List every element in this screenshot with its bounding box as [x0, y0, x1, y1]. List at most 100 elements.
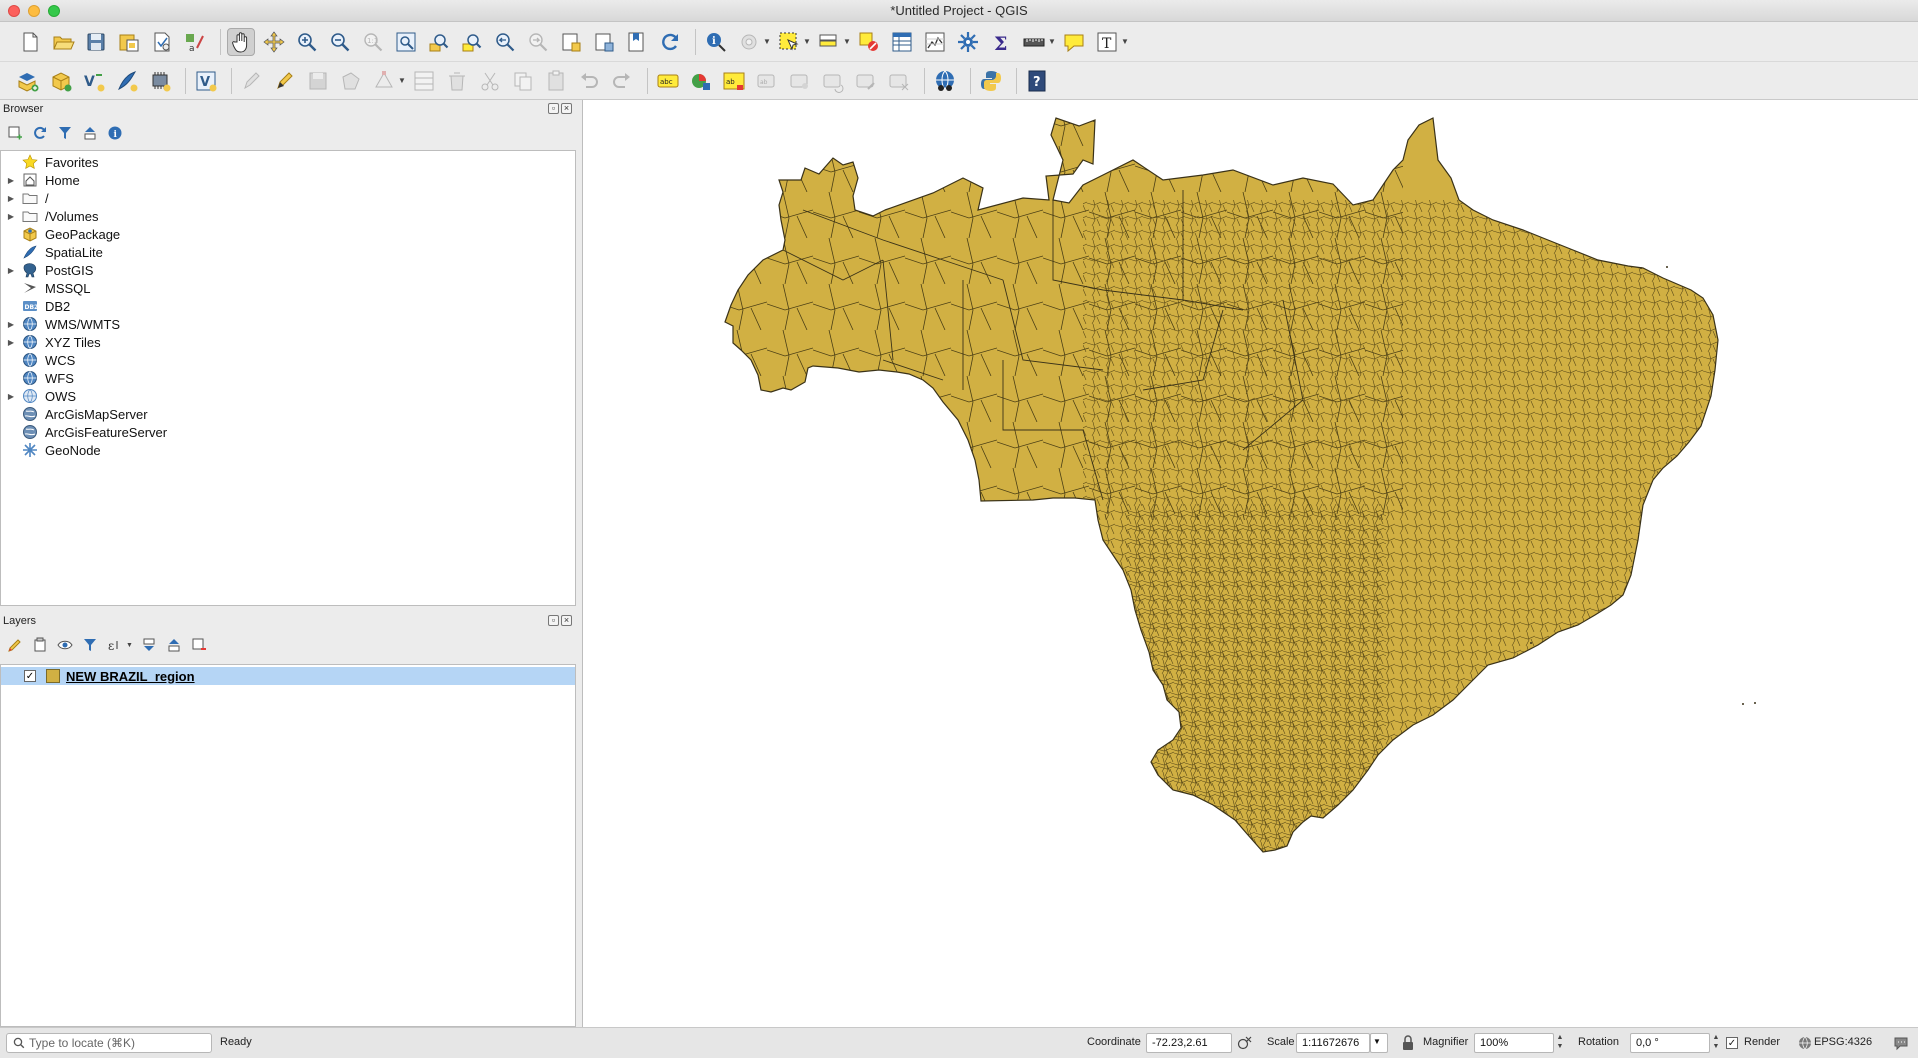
browser-item-spatialite[interactable]: SpatiaLite	[1, 243, 575, 261]
expand-arrow-icon[interactable]: ▶	[1, 194, 21, 203]
measure-dropdown-icon[interactable]: ▼	[1048, 28, 1056, 56]
new-spatialite-icon[interactable]	[113, 67, 141, 95]
modify-attributes-icon[interactable]	[410, 67, 438, 95]
paste-features-icon[interactable]	[542, 67, 570, 95]
zoom-full-icon[interactable]	[392, 28, 420, 56]
layer-symbol-swatch[interactable]	[46, 669, 60, 683]
manage-map-themes-icon[interactable]	[56, 636, 74, 654]
close-panel-icon[interactable]: ×	[561, 615, 572, 626]
pin-labels-icon[interactable]: ab	[720, 67, 748, 95]
annotation-dropdown-icon[interactable]: ▼	[1121, 28, 1129, 56]
open-project-icon[interactable]	[49, 28, 77, 56]
close-panel-icon[interactable]: ×	[561, 103, 572, 114]
coordinate-field[interactable]: -72.23,2.61	[1146, 1033, 1232, 1053]
add-group-icon[interactable]	[31, 636, 49, 654]
expand-arrow-icon[interactable]: ▶	[1, 320, 21, 329]
browser-item-arcgis-mapserver[interactable]: ArcGisMapServer	[1, 405, 575, 423]
magnifier-spinner-icon[interactable]: ▲ ▼	[1554, 1033, 1566, 1053]
toggle-extents-icon[interactable]	[1236, 1034, 1254, 1052]
help-icon[interactable]: ?	[1023, 67, 1051, 95]
scale-field[interactable]: 1:11672676	[1296, 1033, 1370, 1053]
refresh-browser-icon[interactable]	[31, 124, 49, 142]
scale-dropdown-icon[interactable]: ▼	[1370, 1033, 1388, 1053]
action-dropdown-icon[interactable]: ▼	[763, 28, 771, 56]
expand-arrow-icon[interactable]: ▶	[1, 392, 21, 401]
layer-styling-icon[interactable]	[6, 636, 24, 654]
save-edits-icon[interactable]	[304, 67, 332, 95]
crs-label[interactable]: EPSG:4326	[1814, 1036, 1872, 1048]
locator-bar[interactable]	[6, 1033, 212, 1053]
expand-arrow-icon[interactable]: ▶	[1, 266, 21, 275]
deselect-all-icon[interactable]	[855, 28, 883, 56]
new-geopackage-icon[interactable]	[47, 67, 75, 95]
select-value-dropdown-icon[interactable]: ▼	[843, 28, 851, 56]
identify-features-icon[interactable]: i	[702, 28, 730, 56]
new-bookmark-icon[interactable]	[557, 28, 585, 56]
processing-toolbox-icon[interactable]	[954, 28, 982, 56]
zoom-native-icon[interactable]: 1:1	[359, 28, 387, 56]
crs-globe-icon[interactable]	[1796, 1034, 1814, 1052]
add-selected-layers-icon[interactable]	[6, 124, 24, 142]
browser-item-mssql[interactable]: MSSQL	[1, 279, 575, 297]
browser-item-wms-wmts[interactable]: ▶ WMS/WMTS	[1, 315, 575, 333]
annotation-icon[interactable]	[1060, 28, 1088, 56]
show-hide-labels-icon[interactable]: ab	[753, 67, 781, 95]
rotate-label-icon[interactable]	[819, 67, 847, 95]
data-source-manager-icon[interactable]	[14, 67, 42, 95]
copy-features-icon[interactable]	[509, 67, 537, 95]
browser-item-wcs[interactable]: WCS	[1, 351, 575, 369]
print-layout-icon[interactable]	[148, 28, 176, 56]
expand-arrow-icon[interactable]: ▶	[1, 338, 21, 347]
brazil-region-layer[interactable]	[723, 100, 1733, 864]
expand-arrow-icon[interactable]: ▶	[1, 176, 21, 185]
browser-item-wfs[interactable]: WFS	[1, 369, 575, 387]
new-shapefile-icon[interactable]: V	[80, 67, 108, 95]
browser-item-arcgis-featureserver[interactable]: ArcGisFeatureServer	[1, 423, 575, 441]
add-polygon-icon[interactable]	[337, 67, 365, 95]
undo-icon[interactable]	[575, 67, 603, 95]
vertex-tool-icon[interactable]	[370, 67, 398, 95]
sum-icon[interactable]: Σ	[987, 28, 1015, 56]
attribute-table-icon[interactable]	[888, 28, 916, 56]
new-virtual-layer-icon[interactable]: V	[192, 67, 220, 95]
magnifier-field[interactable]: 100%	[1474, 1033, 1554, 1053]
locator-input[interactable]	[29, 1036, 207, 1050]
map-tips-icon[interactable]	[623, 28, 651, 56]
pan-to-selection-icon[interactable]	[260, 28, 288, 56]
select-features-icon[interactable]	[775, 28, 803, 56]
remove-layer-icon[interactable]	[190, 636, 208, 654]
cut-features-icon[interactable]	[476, 67, 504, 95]
filter-expression-dropdown-icon[interactable]: ▼	[126, 642, 133, 649]
browser-item-home[interactable]: ▶ Home	[1, 171, 575, 189]
vertex-dropdown-icon[interactable]: ▼	[398, 67, 406, 95]
measure-icon[interactable]	[1020, 28, 1048, 56]
undock-panel-icon[interactable]: ▫	[548, 103, 559, 114]
browser-item-db2[interactable]: DB2 DB2	[1, 297, 575, 315]
browser-item-geopackage[interactable]: GeoPackage	[1, 225, 575, 243]
render-checkbox[interactable]: ✓	[1726, 1037, 1738, 1049]
zoom-in-icon[interactable]	[293, 28, 321, 56]
browser-item-favorites[interactable]: Favorites	[1, 153, 575, 171]
change-label-icon[interactable]	[852, 67, 880, 95]
zoom-selection-icon[interactable]	[458, 28, 486, 56]
collapse-all-icon[interactable]	[81, 124, 99, 142]
browser-item-root[interactable]: ▶ /	[1, 189, 575, 207]
browser-item-geonode[interactable]: GeoNode	[1, 441, 575, 459]
undock-panel-icon[interactable]: ▫	[548, 615, 559, 626]
rotation-field[interactable]: 0,0 °	[1630, 1033, 1710, 1053]
run-action-icon[interactable]	[735, 28, 763, 56]
expand-arrow-icon[interactable]: ▶	[1, 212, 21, 221]
map-canvas[interactable]	[582, 100, 1918, 1027]
zoom-next-icon[interactable]	[524, 28, 552, 56]
save-project-icon[interactable]	[82, 28, 110, 56]
browser-item-xyz-tiles[interactable]: ▶ XYZ Tiles	[1, 333, 575, 351]
map-svg[interactable]	[583, 100, 1918, 1027]
select-by-value-icon[interactable]	[815, 28, 843, 56]
new-temp-layer-icon[interactable]	[146, 67, 174, 95]
label-properties-icon[interactable]	[885, 67, 913, 95]
save-as-icon[interactable]	[115, 28, 143, 56]
messages-icon[interactable]	[1892, 1034, 1910, 1052]
properties-info-icon[interactable]: i	[106, 124, 124, 142]
filter-legend-icon[interactable]	[81, 636, 99, 654]
browser-item-volumes[interactable]: ▶ /Volumes	[1, 207, 575, 225]
